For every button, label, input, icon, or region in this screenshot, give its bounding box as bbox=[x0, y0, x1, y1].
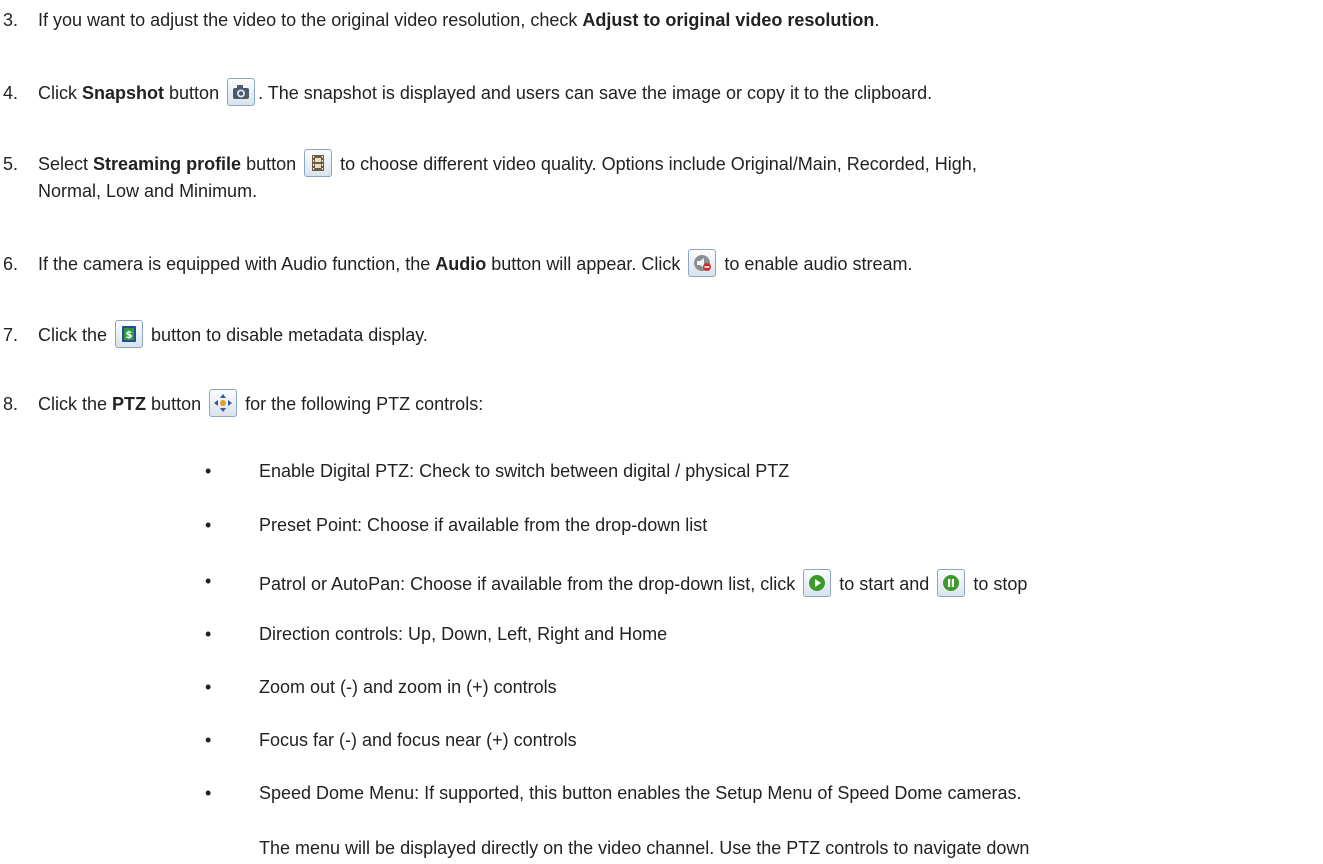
step-6: 6. If the camera is equipped with Audio f… bbox=[3, 249, 913, 277]
step-3: 3. If you want to adjust the video to the… bbox=[3, 8, 879, 32]
step-number: 8. bbox=[3, 394, 19, 414]
step-text: If you want to adjust the video to the o… bbox=[38, 10, 583, 30]
step-text: Normal, Low and Minimum. bbox=[38, 181, 258, 201]
bullet-text-part: to stop bbox=[968, 574, 1028, 594]
step-text: Click bbox=[38, 83, 83, 103]
bullet-marker: • bbox=[205, 783, 212, 803]
step-4: 4. Click Snapshot button . The snapshot i… bbox=[3, 78, 932, 106]
step-text: button bbox=[241, 154, 302, 174]
bullet-text: Enable Digital PTZ: Check to switch betw… bbox=[259, 461, 790, 481]
step-text: button bbox=[146, 394, 207, 414]
bullet-text: Preset Point: Choose if available from t… bbox=[259, 515, 708, 535]
bullet-text: Patrol or AutoPan: Choose if available f… bbox=[259, 569, 1027, 597]
step-text: to choose different video quality. Optio… bbox=[335, 154, 977, 174]
bullet-marker: • bbox=[205, 571, 212, 591]
bullet-text: Focus far (-) and focus near (+) control… bbox=[259, 730, 577, 750]
ui-label: Snapshot bbox=[82, 83, 165, 103]
step-number: 6. bbox=[3, 254, 19, 274]
paragraph-text: The menu will be displayed directly on t… bbox=[259, 838, 1030, 858]
step-text: button bbox=[164, 83, 225, 103]
menu-paragraph-line: The menu will be displayed directly on t… bbox=[259, 836, 1029, 860]
step-text: . bbox=[874, 10, 880, 30]
bullet-marker: • bbox=[205, 461, 212, 481]
bullet-text: Zoom out (-) and zoom in (+) controls bbox=[259, 677, 557, 697]
step-text: If the camera is equipped with Audio fun… bbox=[38, 254, 436, 274]
svg-text:$: $ bbox=[126, 330, 133, 341]
step-text: to enable audio stream. bbox=[719, 254, 913, 274]
film-strip-icon bbox=[304, 149, 333, 177]
step-7: 7. Click the $ button to disable metadata… bbox=[3, 320, 428, 348]
pause-icon bbox=[937, 569, 966, 597]
play-icon bbox=[803, 569, 832, 597]
step-number: 5. bbox=[3, 154, 19, 174]
step-text: Select bbox=[38, 154, 94, 174]
camera-icon bbox=[227, 78, 256, 106]
step-text: . The snapshot is displayed and users ca… bbox=[258, 83, 933, 103]
ptz-arrows-icon bbox=[209, 389, 238, 417]
step-number: 3. bbox=[3, 10, 19, 30]
speaker-muted-icon bbox=[688, 249, 717, 277]
step-5: 5. Select Streaming profile button to cho… bbox=[3, 149, 977, 177]
step-text: button to disable metadata display. bbox=[146, 325, 428, 345]
step-text: Click the bbox=[38, 394, 113, 414]
step-number: 7. bbox=[3, 325, 19, 345]
bullet-marker: • bbox=[205, 730, 212, 750]
ui-label: Audio bbox=[435, 254, 487, 274]
ui-label: PTZ bbox=[112, 394, 147, 414]
metadata-icon: $ bbox=[115, 320, 144, 348]
step-5-continuation: Normal, Low and Minimum. bbox=[38, 179, 257, 203]
bullet-text: Speed Dome Menu: If supported, this butt… bbox=[259, 783, 1022, 803]
bullet-marker: • bbox=[205, 677, 212, 697]
ui-label: Adjust to original video resolution bbox=[582, 10, 875, 30]
bullet-text: Direction controls: Up, Down, Left, Righ… bbox=[259, 624, 668, 644]
bullet-text-part: Patrol or AutoPan: Choose if available f… bbox=[259, 574, 801, 594]
bullet-text-part: to start and bbox=[834, 574, 935, 594]
bullet-marker: • bbox=[205, 624, 212, 644]
step-text: Click the bbox=[38, 325, 113, 345]
ui-label: Streaming profile bbox=[93, 154, 242, 174]
step-number: 4. bbox=[3, 83, 19, 103]
step-text: button will appear. Click bbox=[486, 254, 686, 274]
step-text: for the following PTZ controls: bbox=[240, 394, 484, 414]
step-8: 8. Click the PTZ button for the following… bbox=[3, 389, 483, 417]
bullet-marker: • bbox=[205, 515, 212, 535]
